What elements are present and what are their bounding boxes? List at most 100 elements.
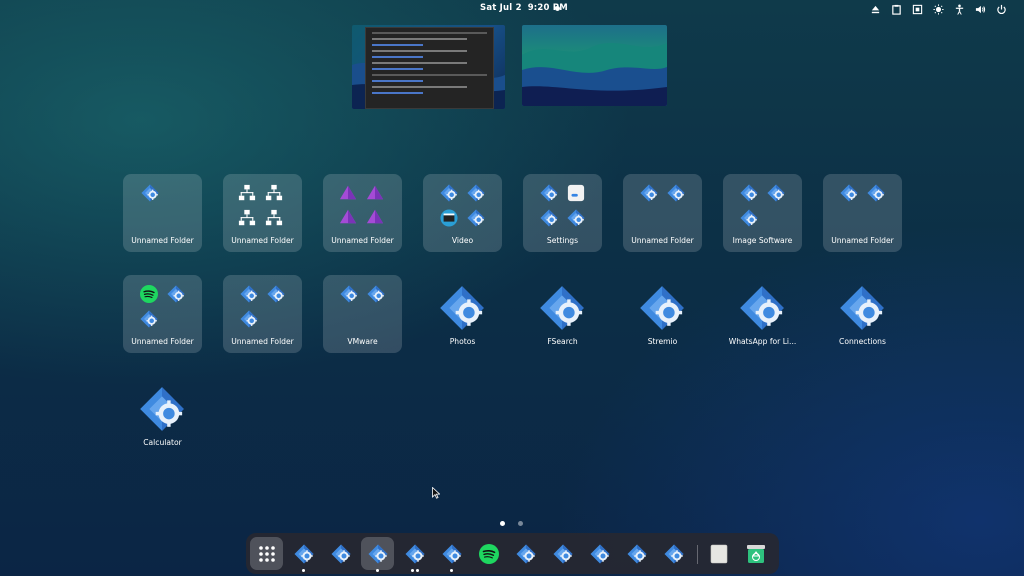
app-photos[interactable]: Photos (423, 275, 502, 353)
app-icon (767, 184, 785, 202)
dock-app-1[interactable] (287, 537, 320, 572)
folder-settings[interactable]: Settings (523, 174, 602, 252)
page-indicator-1[interactable] (500, 521, 505, 526)
running-indicator (376, 569, 379, 572)
app-icon (442, 544, 462, 564)
folder-label: Unnamed Folder (131, 236, 194, 245)
network-icon (238, 184, 256, 202)
app-icon (368, 544, 388, 564)
dock (246, 533, 779, 574)
app-icon (440, 184, 458, 202)
app-icon (664, 544, 684, 564)
document-icon (710, 544, 728, 564)
app-stremio[interactable]: Stremio (623, 275, 702, 353)
app-icon (405, 544, 425, 564)
running-indicator (302, 569, 305, 572)
system-tray[interactable] (869, 3, 1008, 15)
folder-label: Video (451, 236, 474, 245)
dock-app-9[interactable] (620, 537, 653, 570)
clipboard-icon[interactable] (890, 3, 903, 15)
dock-app-text-editor[interactable] (702, 537, 735, 570)
dock-app-5[interactable] (435, 537, 468, 572)
app-icon (331, 544, 351, 564)
app-icon (141, 184, 159, 202)
app-icon (516, 544, 536, 564)
terminal-window-preview[interactable] (365, 27, 494, 109)
app-icon (294, 544, 314, 564)
screenshot-icon[interactable] (911, 3, 924, 15)
dock-app-2[interactable] (324, 537, 357, 570)
dock-trash[interactable] (739, 537, 772, 570)
folder-label: Unnamed Folder (231, 236, 294, 245)
folder-image-software[interactable]: Image Software (723, 174, 802, 252)
app-icon (553, 544, 573, 564)
folder-label: Unnamed Folder (331, 236, 394, 245)
app-label: Stremio (647, 337, 678, 346)
folder-label: Unnamed Folder (231, 337, 294, 346)
folder-label: Image Software (732, 236, 793, 245)
eject-icon[interactable] (869, 3, 882, 15)
app-label: Connections (839, 337, 886, 346)
folder-vmware[interactable]: VMware (323, 275, 402, 353)
network-icon (238, 209, 256, 227)
folder-unnamed-6[interactable]: Unnamed Folder (123, 275, 202, 353)
stremio-app-icon (639, 285, 685, 331)
app-icon (740, 184, 758, 202)
workspace-thumbnail-1[interactable] (352, 25, 505, 109)
app-label: FSearch (547, 337, 578, 346)
workspace-wallpaper (522, 43, 667, 106)
app-icon (167, 285, 185, 303)
dock-app-7[interactable] (546, 537, 579, 570)
volume-icon[interactable] (974, 3, 987, 15)
app-calculator[interactable]: Calculator (123, 376, 202, 454)
app-icon (540, 209, 558, 227)
app-icon (567, 209, 585, 227)
triangle-app-icon (339, 208, 357, 226)
app-fsearch[interactable]: FSearch (523, 275, 602, 353)
app-icon (367, 285, 385, 303)
dock-app-spotify[interactable] (472, 537, 505, 570)
triangle-app-icon (339, 184, 357, 202)
calculator-app-icon (139, 386, 185, 432)
app-icon (740, 209, 758, 227)
trash-icon (747, 545, 765, 563)
whatsapp-app-icon (739, 285, 785, 331)
dock-app-10[interactable] (657, 537, 690, 570)
triangle-app-icon (366, 184, 384, 202)
app-icon (540, 184, 558, 202)
folder-unnamed-4[interactable]: Unnamed Folder (623, 174, 702, 252)
app-icon (467, 209, 485, 227)
app-icon (640, 184, 658, 202)
dock-app-3[interactable] (361, 537, 394, 572)
folder-label: Settings (546, 236, 579, 245)
app-whatsapp[interactable]: WhatsApp for Li... (723, 275, 802, 353)
folder-unnamed-1[interactable]: Unnamed Folder (123, 174, 202, 252)
app-icon (840, 184, 858, 202)
power-icon[interactable] (995, 3, 1008, 15)
folder-unnamed-5[interactable]: Unnamed Folder (823, 174, 902, 252)
folder-unnamed-3[interactable]: Unnamed Folder (323, 174, 402, 252)
dock-app-6[interactable] (509, 537, 542, 570)
connections-app-icon (839, 285, 885, 331)
workspace-thumbnail-2[interactable] (522, 25, 667, 106)
app-connections[interactable]: Connections (823, 275, 902, 353)
folder-video[interactable]: Video (423, 174, 502, 252)
show-apps-button[interactable] (250, 537, 283, 570)
folder-unnamed-2[interactable]: Unnamed Folder (223, 174, 302, 252)
folder-label: Unnamed Folder (631, 236, 694, 245)
brightness-icon[interactable] (932, 3, 945, 15)
top-bar: Sat Jul 2 9:20 PM (0, 0, 1024, 18)
page-indicator-2[interactable] (518, 521, 523, 526)
spotify-icon (479, 544, 499, 564)
grid-icon (259, 546, 275, 562)
accessibility-icon[interactable] (953, 3, 966, 15)
date-label: Sat Jul 2 (480, 3, 522, 13)
dock-app-8[interactable] (583, 537, 616, 570)
app-icon (240, 285, 258, 303)
dock-separator (697, 545, 698, 564)
dock-app-4[interactable] (398, 537, 431, 572)
folder-unnamed-7[interactable]: Unnamed Folder (223, 275, 302, 353)
app-icon (627, 544, 647, 564)
folder-label: Unnamed Folder (131, 337, 194, 346)
app-icon (140, 310, 158, 328)
